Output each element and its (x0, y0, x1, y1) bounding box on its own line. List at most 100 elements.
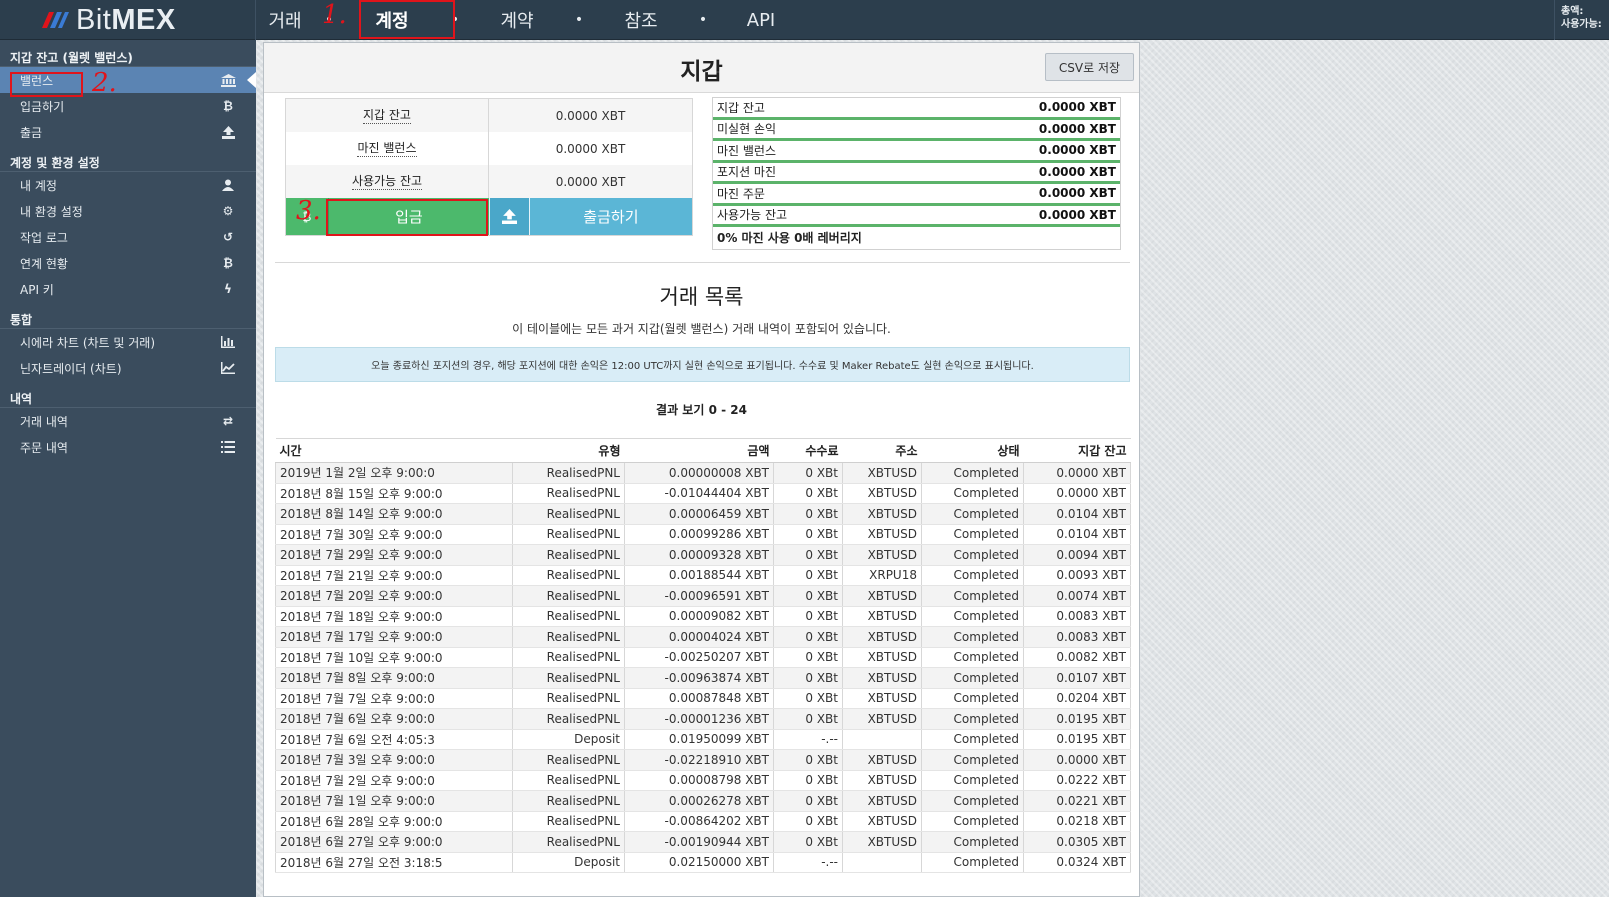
sidebar-section-wallet: 지갑 잔고 (월렛 밸런스) (0, 40, 256, 67)
nav-account[interactable]: 계정 (344, 0, 440, 40)
nav-api[interactable]: API (718, 0, 804, 40)
margin-balance-label[interactable]: 마진 밸런스 (357, 141, 417, 157)
cell-wallet-balance: 0.0104 XBT (1023, 503, 1131, 525)
cell-time: 2018년 7월 18일 오후 9:00:0 (275, 606, 513, 627)
sidebar-item-order-history[interactable]: 주문 내역 (0, 434, 256, 460)
cell-status: Completed (921, 626, 1024, 648)
nav-contracts[interactable]: 계약 (470, 0, 564, 40)
nav-trade[interactable]: 거래 (256, 0, 314, 40)
cell-type: RealisedPNL (512, 708, 625, 730)
cell-fee: 0 XBt (773, 790, 843, 812)
table-row: 2018년 8월 15일 오후 9:00:0 RealisedPNL -0.0104… (275, 483, 1131, 504)
cell-amount: -0.01044404 XBT (624, 483, 774, 504)
cell-type: RealisedPNL (512, 606, 625, 627)
account-summary[interactable]: 총액: 사용가능: (1554, 0, 1609, 40)
cell-address: XBTUSD (842, 585, 922, 607)
cell-time: 2018년 7월 3일 오후 9:00:0 (275, 749, 513, 771)
leverage-summary: 0% 마진 사용 0배 레버리지 (713, 227, 1120, 249)
bitmex-logo[interactable]: BitMEX (40, 2, 176, 38)
cell-status: Completed (921, 585, 1024, 607)
sidebar-item-label: 연계 현황 (20, 256, 68, 271)
sidebar-item-api-keys[interactable]: API 키 ϟ (0, 276, 256, 302)
column-header-type[interactable]: 유형 (512, 438, 625, 463)
breakdown-label: 마진 주문 (717, 186, 765, 201)
cell-type: RealisedPNL (512, 688, 625, 709)
sidebar-item-label: 밸런스 (20, 73, 54, 88)
cell-status: Completed (921, 503, 1024, 525)
sidebar-item-ninjatrader[interactable]: 닌자트레이더 (차트) (0, 355, 256, 381)
cell-address: XBTUSD (842, 831, 922, 853)
sidebar-item-balance[interactable]: 밸런스 (0, 67, 256, 93)
sidebar: 지갑 잔고 (월렛 밸런스) 밸런스 입금하기 ₿ 출금 계정 및 환경 설정 … (0, 40, 256, 897)
column-header-status[interactable]: 상태 (921, 438, 1024, 463)
cell-wallet-balance: 0.0195 XBT (1023, 729, 1131, 750)
save-csv-button[interactable]: CSV로 저장 (1045, 53, 1134, 81)
balance-row: 마진 밸런스 0.0000 XBT (286, 132, 692, 165)
cell-type: RealisedPNL (512, 811, 625, 832)
cell-wallet-balance: 0.0222 XBT (1023, 770, 1131, 791)
info-notice: 오늘 종료하신 포지션의 경우, 해당 포지션에 대한 손익은 12:00 UT… (275, 347, 1130, 382)
sidebar-item-affiliate[interactable]: 연계 현황 ₿ (0, 250, 256, 276)
wallet-balance-label[interactable]: 지갑 잔고 (363, 108, 411, 124)
cell-time: 2018년 7월 8일 오후 9:00:0 (275, 667, 513, 689)
wallet-balance-value: 0.0000 XBT (555, 108, 626, 123)
cell-amount: -0.00001236 XBT (624, 708, 774, 730)
cell-address: XBTUSD (842, 647, 922, 668)
cell-fee: 0 XBt (773, 647, 843, 668)
deposit-button[interactable]: 입금 (327, 198, 489, 235)
bitcoin-icon: ₿ (223, 256, 233, 270)
upload-icon[interactable] (489, 198, 529, 235)
sidebar-item-preferences[interactable]: 내 환경 설정 ⚙ (0, 198, 256, 224)
sidebar-item-activity-log[interactable]: 작업 로그 ↺ (0, 224, 256, 250)
sidebar-section-integrations: 통합 (0, 302, 256, 329)
cell-fee: -.-- (773, 729, 843, 750)
cell-wallet-balance: 0.0104 XBT (1023, 524, 1131, 545)
sidebar-item-my-account[interactable]: 내 계정 (0, 172, 256, 198)
cell-status: Completed (921, 811, 1024, 832)
column-header-time[interactable]: 시간 (275, 438, 513, 463)
table-row: 2018년 7월 2일 오후 9:00:0 RealisedPNL 0.000087… (275, 770, 1131, 791)
sidebar-item-sierra-chart[interactable]: 시에라 차트 (차트 및 거래) (0, 329, 256, 355)
cell-amount: 0.00026278 XBT (624, 790, 774, 812)
cell-wallet-balance: 0.0082 XBT (1023, 647, 1131, 668)
cell-time: 2018년 6월 27일 오후 9:00:0 (275, 831, 513, 853)
bar-chart-icon (220, 335, 236, 349)
cell-status: Completed (921, 606, 1024, 627)
transactions-body: 2019년 1월 2일 오후 9:00:0 RealisedPNL 0.000000… (275, 462, 1131, 873)
cell-fee: 0 XBt (773, 483, 843, 504)
breakdown-row: 마진 밸런스 0.0000 XBT (713, 141, 1120, 163)
cell-amount: 0.01950099 XBT (624, 729, 774, 750)
column-header-fee[interactable]: 수수료 (773, 438, 843, 463)
wallet-panel: 지갑 CSV로 저장 지갑 잔고 0.0000 XBT 마진 밸런스 0.000… (263, 42, 1140, 897)
column-header-amount[interactable]: 금액 (624, 438, 774, 463)
cell-address: XBTUSD (842, 667, 922, 689)
nav-reference[interactable]: 참조 (594, 0, 688, 40)
balance-label: 지갑 잔고 (286, 99, 489, 132)
sidebar-item-withdraw[interactable]: 출금 (0, 119, 256, 145)
cell-type: RealisedPNL (512, 626, 625, 648)
sidebar-item-deposit[interactable]: 입금하기 ₿ (0, 93, 256, 119)
withdraw-button[interactable]: 출금하기 (528, 198, 692, 235)
sidebar-item-trade-history[interactable]: 거래 내역 ⇄ (0, 408, 256, 434)
transactions-title: 거래 목록 (659, 285, 744, 309)
cell-type: RealisedPNL (512, 565, 625, 586)
bank-icon (220, 73, 236, 87)
column-header-address[interactable]: 주소 (842, 438, 922, 463)
cell-time: 2018년 7월 7일 오후 9:00:0 (275, 688, 513, 709)
cell-amount: -0.02218910 XBT (624, 749, 774, 771)
breakdown-row: 마진 주문 0.0000 XBT (713, 184, 1120, 206)
available-balance-label[interactable]: 사용가능 잔고 (351, 174, 423, 190)
table-row: 2018년 7월 21일 오후 9:00:0 RealisedPNL 0.00188… (275, 565, 1131, 586)
top-bar: BitMEX 거래 • 계정 • 계약 • 참조 • API 총액: 사용가능: (0, 0, 1609, 40)
breakdown-label: 지갑 잔고 (717, 100, 765, 115)
cell-type: RealisedPNL (512, 524, 625, 545)
cell-time: 2018년 7월 20일 오후 9:00:0 (275, 585, 513, 607)
cell-time: 2018년 7월 6일 오후 9:00:0 (275, 708, 513, 730)
table-row: 2018년 6월 27일 오후 9:00:0 RealisedPNL -0.0019… (275, 831, 1131, 853)
table-row: 2018년 8월 14일 오후 9:00:0 RealisedPNL 0.00006… (275, 503, 1131, 525)
table-row: 2019년 1월 2일 오후 9:00:0 RealisedPNL 0.000000… (275, 462, 1131, 484)
cell-type: RealisedPNL (512, 667, 625, 689)
cell-amount: 0.00188544 XBT (624, 565, 774, 586)
table-row: 2018년 7월 7일 오후 9:00:0 RealisedPNL 0.000878… (275, 688, 1131, 709)
column-header-wallet-balance[interactable]: 지갑 잔고 (1023, 438, 1131, 463)
